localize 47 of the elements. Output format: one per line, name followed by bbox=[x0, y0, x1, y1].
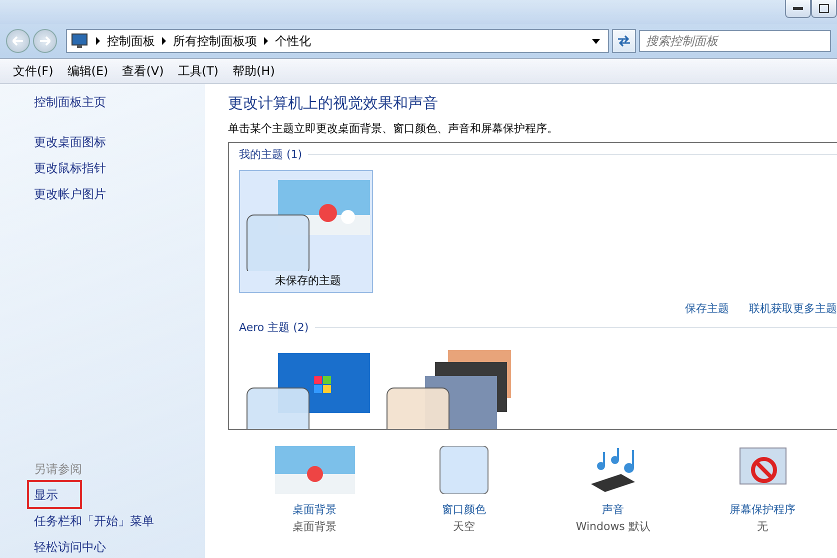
menu-item[interactable]: 工具(T) bbox=[172, 60, 224, 82]
dropdown-caret-icon[interactable] bbox=[592, 38, 600, 44]
setting-value: 无 bbox=[756, 519, 768, 534]
sidebar-link[interactable]: 显示 bbox=[27, 480, 82, 509]
theme-action-link[interactable]: 联机获取更多主题 bbox=[749, 301, 837, 316]
chevron-icon bbox=[95, 37, 101, 45]
setting-value: 天空 bbox=[452, 519, 475, 534]
sidebar-link[interactable]: 任务栏和「开始」菜单 bbox=[34, 513, 154, 530]
minimize-icon bbox=[793, 6, 803, 10]
setting-link[interactable]: 窗口颜色 bbox=[442, 502, 486, 517]
menu-item[interactable]: 编辑(E) bbox=[62, 60, 114, 82]
setting-value: 桌面背景 bbox=[292, 519, 337, 534]
page-description: 单击某个主题立即更改桌面背景、窗口颜色、声音和屏幕保护程序。 bbox=[228, 121, 559, 136]
monitor-icon bbox=[71, 33, 89, 49]
setting-link[interactable]: 桌面背景 bbox=[292, 502, 337, 517]
forward-arrow-icon bbox=[39, 36, 51, 46]
menu-item[interactable]: 查看(V) bbox=[117, 60, 169, 82]
sidebar-link[interactable]: 更改鼠标指针 bbox=[34, 160, 106, 177]
group-heading: Aero 主题 (2) bbox=[239, 320, 309, 335]
sidebar-link[interactable]: 更改桌面图标 bbox=[34, 134, 106, 151]
setting-link[interactable]: 屏幕保护程序 bbox=[729, 502, 796, 517]
setting-link[interactable]: 声音 bbox=[602, 502, 624, 517]
breadcrumb-item[interactable]: 个性化 bbox=[275, 32, 311, 50]
theme-item[interactable]: 未保存的主题 bbox=[239, 170, 373, 293]
setting-value: Windows 默认 bbox=[576, 519, 650, 534]
maximize-button[interactable] bbox=[811, 0, 837, 18]
breadcrumb-item[interactable]: 所有控制面板项 bbox=[173, 32, 257, 50]
minimize-button[interactable] bbox=[785, 0, 811, 18]
refresh-arrows-icon bbox=[616, 34, 632, 48]
breadcrumb-item[interactable]: 控制面板 bbox=[107, 32, 155, 50]
see-also-heading: 另请参阅 bbox=[34, 461, 83, 478]
group-heading: 我的主题 (1) bbox=[239, 147, 302, 162]
sidebar-link[interactable]: 轻松访问中心 bbox=[34, 539, 106, 556]
theme-name: 未保存的主题 bbox=[275, 273, 341, 288]
refresh-button[interactable] bbox=[612, 29, 636, 53]
chevron-icon bbox=[263, 37, 269, 45]
maximize-icon bbox=[819, 4, 829, 13]
menu-item[interactable]: 文件(F) bbox=[8, 60, 58, 82]
menu-item[interactable]: 帮助(H) bbox=[228, 60, 280, 82]
chevron-icon bbox=[161, 37, 167, 45]
theme-action-link[interactable]: 保存主题 bbox=[685, 301, 729, 316]
search-field[interactable]: 搜索控制面板 bbox=[639, 30, 831, 52]
page-title: 更改计算机上的视觉效果和声音 bbox=[228, 94, 439, 113]
sidebar-link[interactable]: 控制面板主页 bbox=[34, 94, 106, 111]
address-bar[interactable]: 控制面板 所有控制面板项 个性化 bbox=[66, 29, 609, 53]
sidebar-link[interactable]: 更改帐户图片 bbox=[34, 186, 106, 203]
back-arrow-icon bbox=[12, 36, 24, 46]
